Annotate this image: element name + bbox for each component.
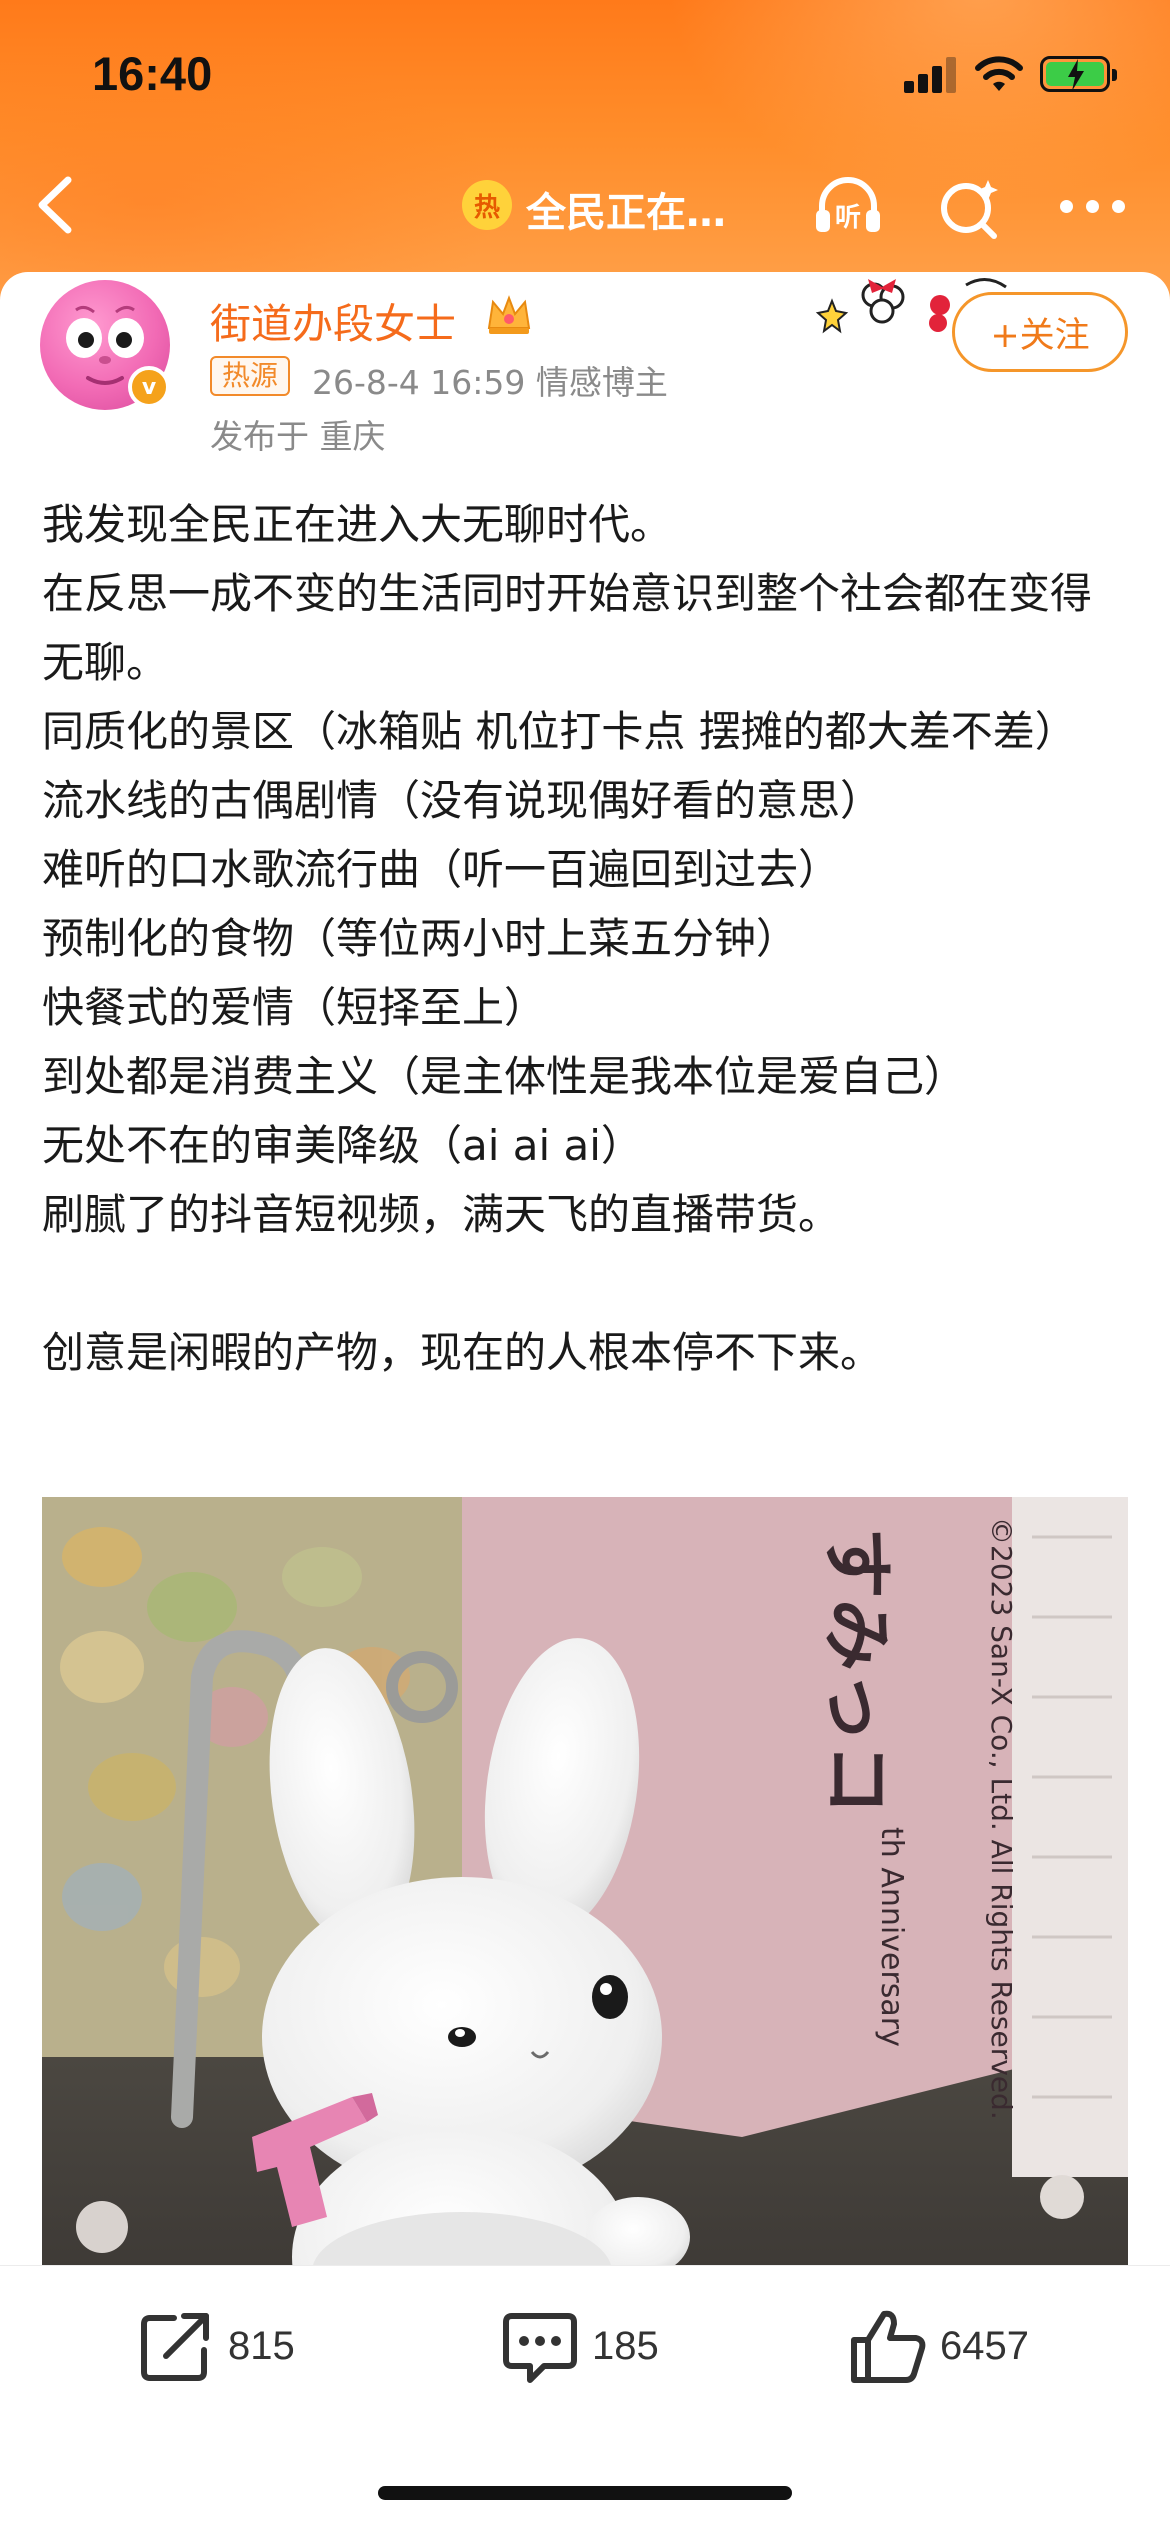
hot-topic-icon: 热 — [462, 180, 512, 230]
image-copyright-text: ©2023 San-X Co., Ltd. All Rights Reserve… — [985, 1517, 1018, 2120]
post-body-text: 我发现全民正在进入大无聊时代。 在反思一成不变的生活同时开始意识到整个社会都在变… — [42, 500, 1093, 1377]
verified-badge: v — [128, 366, 170, 408]
comment-count: 185 — [592, 2323, 659, 2368]
share-count: 815 — [228, 2323, 295, 2368]
hot-source-tag: 热源 — [210, 356, 291, 396]
topic-title[interactable]: 全民正在… — [526, 180, 786, 232]
share-icon — [141, 2313, 209, 2381]
svg-text:听: 听 — [835, 203, 861, 233]
thumbs-up-icon — [851, 2310, 926, 2383]
more-options-icon[interactable] — [1060, 200, 1126, 214]
comment-icon — [503, 2313, 577, 2383]
header: 16:40 热 全民正在… 听 — [0, 0, 1170, 300]
like-count: 6457 — [940, 2323, 1029, 2368]
author-name[interactable]: 街道办段女士 — [210, 290, 456, 350]
back-arrow-icon[interactable] — [30, 172, 82, 238]
wifi-icon — [975, 56, 1023, 91]
search-icon[interactable] — [936, 174, 1006, 240]
share-button[interactable]: 815 — [136, 2306, 295, 2386]
comment-button[interactable]: 185 — [500, 2306, 659, 2386]
battery-icon — [1040, 56, 1117, 92]
post-meta: 26-8-4 16:59 情感博主 — [312, 363, 668, 402]
listen-headphones-icon[interactable]: 听 — [812, 172, 894, 238]
status-bar: 16:40 — [0, 0, 1170, 150]
status-time: 16:40 — [92, 47, 213, 100]
signal-icon — [904, 57, 956, 93]
navigation-bar: 热 全民正在… 听 — [0, 150, 1170, 260]
post-image[interactable]: すみっコ ©2023 San-X Co., Ltd. All Rights Re… — [42, 1497, 1128, 2272]
image-japanese-text: すみっコ — [815, 1527, 899, 1815]
image-anniversary-text: th Anniversary — [874, 1827, 909, 2047]
home-indicator — [378, 2486, 792, 2500]
crown-icon — [487, 295, 531, 334]
post-location: 发布于 重庆 — [210, 417, 386, 456]
like-button[interactable]: 6457 — [848, 2306, 1029, 2386]
follow-button[interactable]: +关注 — [952, 292, 1128, 372]
